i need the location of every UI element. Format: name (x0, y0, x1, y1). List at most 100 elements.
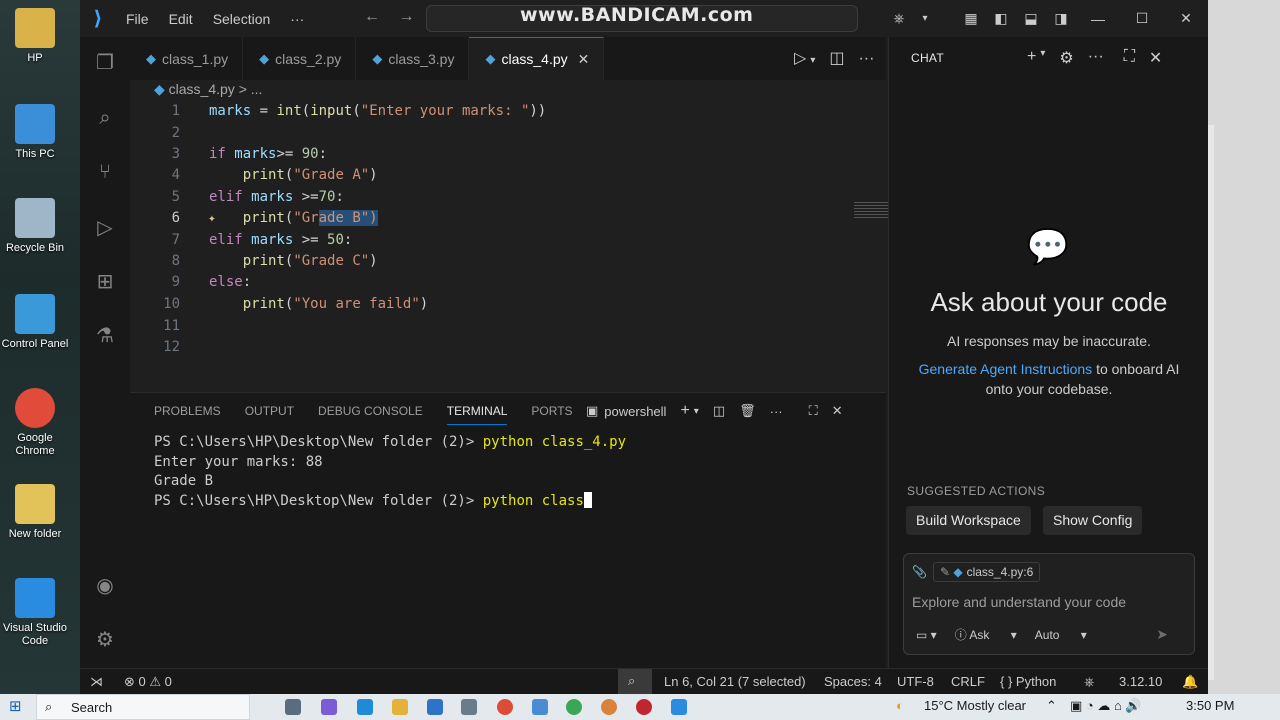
back-arrow-icon[interactable]: ← (364, 8, 380, 25)
close-window-icon[interactable]: ✕ (1164, 10, 1208, 27)
vscode-taskbar-icon[interactable] (671, 699, 687, 715)
edge-icon[interactable] (357, 699, 373, 715)
chevron-down-icon[interactable]: ▾ (810, 55, 815, 66)
tab-debug-console[interactable]: DEBUG CONSOLE (318, 404, 423, 425)
chrome-profile-icon[interactable] (601, 699, 617, 715)
forward-arrow-icon[interactable]: → (398, 8, 414, 25)
desktop-icon-this-pc[interactable]: This PC (0, 104, 70, 161)
run-debug-icon[interactable]: ▷ (92, 215, 118, 241)
trash-icon[interactable]: 🗑 (739, 403, 756, 419)
copilot-app-icon[interactable] (321, 699, 337, 715)
more-actions-icon[interactable]: ··· (770, 404, 783, 419)
language-mode[interactable]: { } Python (1000, 674, 1056, 689)
tray-icons[interactable]: ▣ ◔ ☁ ⌂ 🔊 (1070, 698, 1142, 714)
gear-icon[interactable]: ⚙ (92, 627, 118, 653)
build-workspace-button[interactable]: Build Workspace (906, 506, 1031, 535)
split-editor-icon[interactable]: ◫ (829, 50, 844, 67)
copilot-icon[interactable]: ⎈ (884, 10, 914, 27)
menu-file[interactable]: File (116, 11, 159, 27)
encoding[interactable]: UTF-8 (897, 674, 934, 689)
chat-input[interactable]: Explore and understand your code (912, 594, 1126, 610)
more-actions-icon[interactable]: ··· (858, 50, 874, 67)
explorer-icon[interactable]: ❐ (92, 50, 118, 76)
scrollbar[interactable] (1208, 125, 1214, 680)
chrome-taskbar-icon[interactable] (497, 699, 513, 715)
split-terminal-icon[interactable]: ◫ (713, 403, 725, 419)
toggle-sidebar-icon[interactable]: ◧ (986, 10, 1016, 27)
tab-class-3[interactable]: ◆ class_3.py (356, 37, 470, 80)
toggle-panel-icon[interactable]: ⬓ (1016, 10, 1046, 27)
show-config-button[interactable]: Show Config (1043, 506, 1143, 535)
maximize-icon[interactable]: ☐ (1120, 10, 1164, 27)
close-icon[interactable]: ✕ (1149, 48, 1162, 68)
add-terminal-icon[interactable]: + (680, 402, 689, 420)
toggle-secondary-sidebar-icon[interactable]: ◨ (1046, 10, 1076, 27)
code-editor[interactable]: 1 marks = int(input("Enter your marks: ")… (130, 100, 936, 388)
desktop-icon-control-panel[interactable]: Control Panel (0, 294, 70, 351)
context-chip[interactable]: ✎ ◆ class_4.py:6 (932, 562, 1041, 582)
tab-output[interactable]: OUTPUT (245, 404, 294, 425)
line-ending[interactable]: CRLF (951, 674, 985, 689)
testing-icon[interactable]: ⚗ (92, 323, 118, 349)
chrome-profile-icon[interactable] (566, 699, 582, 715)
maximize-icon[interactable]: ⛶ (1124, 48, 1135, 68)
tab-terminal[interactable]: TERMINAL (446, 404, 508, 425)
tab-class-4[interactable]: ◆ class_4.py ✕ (469, 37, 605, 80)
menu-more[interactable]: ··· (280, 11, 314, 27)
maximize-panel-icon[interactable]: ⛶ (809, 403, 818, 419)
indentation[interactable]: Spaces: 4 (824, 674, 882, 689)
mode-select[interactable]: ⓘ Ask ▾ (955, 626, 1017, 643)
search-icon[interactable]: ⌕ (92, 105, 118, 131)
minimap[interactable] (854, 202, 892, 220)
more-actions-icon[interactable]: ··· (1088, 48, 1104, 68)
file-explorer-icon[interactable] (392, 699, 408, 715)
source-control-icon[interactable]: ⑂ (92, 159, 118, 185)
tab-ports[interactable]: PORTS (531, 404, 572, 425)
store-icon[interactable] (461, 699, 477, 715)
remote-icon[interactable]: ⋊ (90, 674, 103, 690)
tray-overflow-icon[interactable]: ⌃ (1046, 698, 1057, 714)
desktop-icon-new-folder[interactable]: New folder (0, 484, 70, 541)
task-view-icon[interactable] (285, 699, 301, 715)
terminal-output[interactable]: PS C:\Users\HP\Desktop\New folder (2)> p… (154, 433, 626, 511)
python-version[interactable]: 3.12.10 (1119, 674, 1162, 689)
menu-selection[interactable]: Selection (203, 11, 281, 27)
extensions-icon[interactable]: ⊞ (92, 269, 118, 295)
shell-name[interactable]: powershell (604, 404, 666, 419)
chevron-down-icon[interactable]: ▾ (694, 406, 699, 417)
chevron-down-icon[interactable]: ▾ (914, 13, 936, 24)
zoom-icon[interactable]: ⌕ (618, 669, 652, 695)
breadcrumb[interactable]: ◆ class_4.py > ... (154, 81, 262, 98)
close-panel-icon[interactable]: ✕ (832, 403, 843, 419)
attach-icon[interactable]: 📎 (912, 565, 927, 579)
tab-class-2[interactable]: ◆ class_2.py (243, 37, 357, 80)
desktop-icon-recycle-bin[interactable]: Recycle Bin (0, 198, 70, 255)
chevron-down-icon[interactable]: ▾ (1040, 48, 1045, 68)
run-file-icon[interactable]: ▷ (794, 50, 806, 67)
menu-edit[interactable]: Edit (159, 11, 203, 27)
desktop-icon-vscode[interactable]: Visual Studio Code (0, 578, 70, 648)
clock[interactable]: 3:50 PM (1186, 698, 1234, 713)
new-chat-icon[interactable]: + (1027, 48, 1036, 68)
search-box[interactable]: ⌕ Search (36, 694, 250, 720)
weather-text[interactable]: 15°C Mostly clear (924, 698, 1026, 713)
send-icon[interactable]: ➤ (1156, 626, 1168, 643)
desktop-icon-hp[interactable]: HP (0, 8, 70, 65)
minimize-icon[interactable]: — (1076, 11, 1120, 27)
gear-icon[interactable]: ⚙ (1059, 48, 1073, 68)
cursor-position[interactable]: Ln 6, Col 21 (7 selected) (664, 674, 806, 689)
mail-icon[interactable] (427, 699, 443, 715)
generate-instructions-link[interactable]: Generate Agent Instructions (919, 361, 1093, 377)
account-icon[interactable]: ◉ (92, 573, 118, 599)
close-tab-icon[interactable]: ✕ (578, 51, 590, 68)
tools-icon[interactable]: ▭ ▾ (916, 628, 937, 642)
notifications-icon[interactable]: 🔔 (1182, 674, 1198, 690)
tab-problems[interactable]: PROBLEMS (154, 404, 221, 425)
copilot-status-icon[interactable]: ⎈ (1084, 674, 1094, 690)
desktop-icon-chrome[interactable]: Google Chrome (0, 388, 70, 458)
problems-indicator[interactable]: ⊗ 0 ⚠ 0 (124, 674, 172, 690)
bandicam-icon[interactable] (636, 699, 652, 715)
model-select[interactable]: Auto ▾ (1035, 628, 1087, 642)
tab-class-1[interactable]: ◆ class_1.py (130, 37, 244, 80)
start-icon[interactable]: ⊞ (9, 697, 22, 715)
